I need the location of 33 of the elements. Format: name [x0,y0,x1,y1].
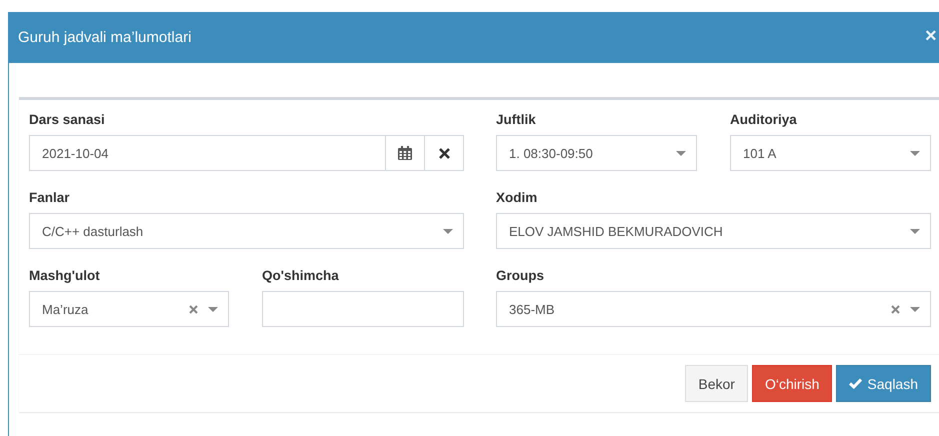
date-field[interactable]: 2021-10-04 [29,135,386,171]
clear-icon[interactable] [189,304,198,314]
calendar-icon [398,146,412,160]
clear-icon[interactable] [891,304,900,314]
select-field[interactable]: C/C++ dasturlash [29,213,464,249]
caret-icon [208,306,218,312]
select-field[interactable]: Ma’ruza [29,291,229,327]
field-label: Fanlar [29,189,70,207]
caret-icon [910,150,920,156]
select-field[interactable]: ELOV JAMSHID BEKMURADOVICH [496,213,931,249]
caret-icon [443,228,453,234]
clear-button[interactable] [425,135,464,171]
select-field[interactable]: 1. 08:30-09:50 [496,135,697,171]
clear-icon [438,148,450,158]
field-label: Xodim [496,189,538,207]
delete-button[interactable]: O‘chirish [752,365,832,402]
caret-icon [910,228,920,234]
field-label: Mashg'ulot [29,267,100,285]
cancel-button[interactable]: Bekor [685,365,748,402]
field-label: Qo'shimcha [262,267,339,285]
caret-icon [910,306,920,312]
check-icon [849,378,862,389]
field-label: Juftlik [496,111,536,129]
field-label: Groups [496,267,544,285]
field-label: Dars sanasi [29,111,105,129]
input-field[interactable] [262,291,464,327]
save-button[interactable]: Saqlash [836,365,931,402]
select-field[interactable]: 101 A [730,135,931,171]
calendar-button[interactable] [386,135,425,171]
caret-icon [676,150,686,156]
modal-title: Guruh jadvali ma’lumotlari [18,29,192,46]
select-field[interactable]: 365-MB [496,291,931,327]
field-label: Auditoriya [730,111,797,129]
